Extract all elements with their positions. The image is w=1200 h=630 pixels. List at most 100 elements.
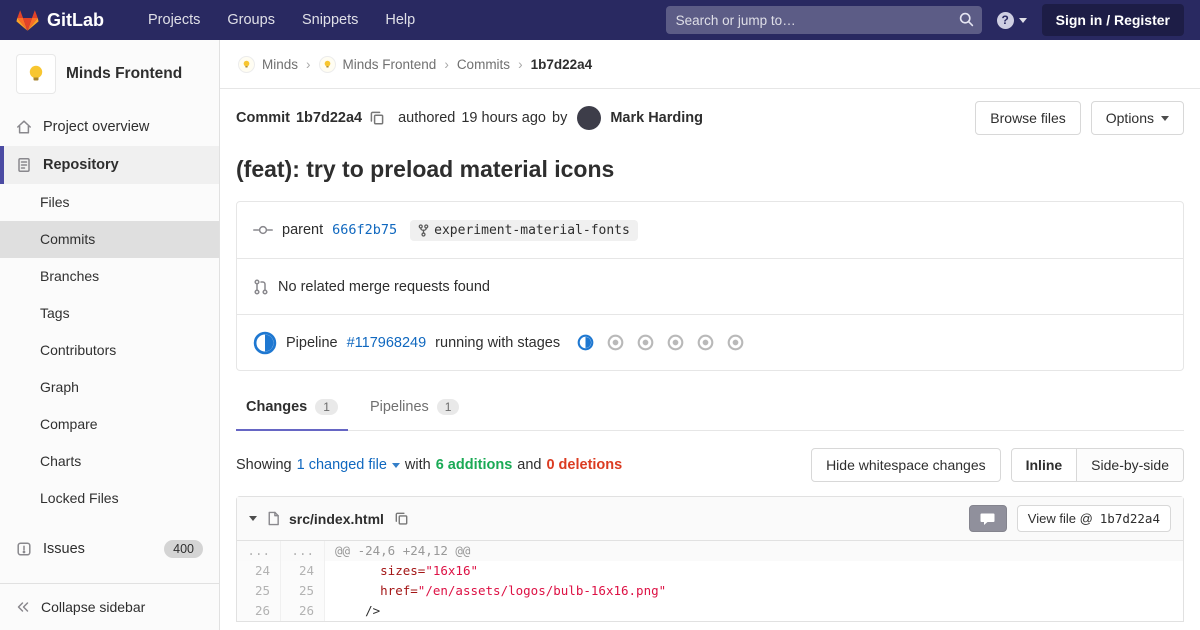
view-file-label: View file @: [1027, 511, 1093, 526]
commit-label: Commit: [236, 110, 290, 126]
branch-ref[interactable]: experiment-material-fonts: [410, 219, 638, 241]
side-by-side-view-button[interactable]: Side-by-side: [1077, 448, 1184, 482]
copy-sha-button[interactable]: [368, 109, 386, 127]
breadcrumb-project-link[interactable]: Minds Frontend: [343, 57, 437, 72]
diff-file-panel: src/index.html View file @ 1b7d22a4 ... …: [236, 496, 1184, 622]
tab-changes[interactable]: Changes 1: [236, 385, 348, 431]
toggle-comments-button[interactable]: [968, 505, 1007, 532]
commit-info-box: parent 666f2b75 experiment-material-font…: [236, 201, 1184, 371]
author-avatar[interactable]: [577, 106, 602, 130]
tab-changes-label: Changes: [246, 399, 308, 415]
breadcrumb-commits-link[interactable]: Commits: [457, 57, 510, 72]
sign-in-button[interactable]: Sign in / Register: [1041, 4, 1184, 36]
browse-files-button[interactable]: Browse files: [975, 101, 1081, 135]
diff-line-row: 26 26 />: [237, 601, 1183, 621]
inline-view-button[interactable]: Inline: [1010, 448, 1078, 482]
gitlab-home-link[interactable]: GitLab: [16, 9, 104, 32]
hunk-header: @@ -24,6 +24,12 @@: [335, 543, 471, 558]
group-avatar: [238, 55, 255, 73]
stage-created-icon[interactable]: [637, 334, 654, 351]
author-name-link[interactable]: Mark Harding: [610, 110, 703, 126]
file-icon: [268, 511, 279, 526]
mini-pipeline-graph: [577, 334, 744, 351]
new-line-number[interactable]: 24: [281, 561, 325, 581]
sidebar-item-files[interactable]: Files: [0, 184, 219, 221]
stage-created-icon[interactable]: [607, 334, 624, 351]
brand-name: GitLab: [47, 9, 104, 30]
commit-title: (feat): try to preload material icons: [236, 156, 615, 182]
search-input[interactable]: [665, 6, 982, 34]
new-line-number[interactable]: 26: [281, 601, 325, 621]
deletions-count: 0 deletions: [546, 457, 623, 473]
sidebar-item-charts[interactable]: Charts: [0, 443, 219, 480]
collapse-diff-caret[interactable]: [249, 516, 257, 521]
pipeline-row: Pipeline #117968249 running with stages: [237, 314, 1183, 370]
chevron-down-icon: [391, 462, 400, 468]
pipeline-id-link[interactable]: #117968249: [347, 335, 427, 351]
breadcrumb-separator: ›: [518, 56, 523, 72]
old-line-number[interactable]: 24: [237, 561, 281, 581]
sidebar-item-locked-files[interactable]: Locked Files: [0, 480, 219, 517]
hide-whitespace-button[interactable]: Hide whitespace changes: [811, 448, 1001, 482]
lightbulb-icon: [324, 60, 330, 67]
project-sidebar: Minds Frontend Project overview Reposito…: [0, 40, 220, 630]
breadcrumb-separator: ›: [444, 56, 449, 72]
copy-icon: [370, 111, 384, 125]
old-line-number: ...: [237, 541, 281, 561]
diff-file-header: src/index.html View file @ 1b7d22a4: [237, 497, 1183, 541]
changed-files-label: 1 changed file: [296, 457, 387, 473]
nav-groups[interactable]: Groups: [227, 12, 275, 28]
diff-line-row: 24 24 sizes="16x16": [237, 561, 1183, 581]
old-line-number[interactable]: 25: [237, 581, 281, 601]
main-menu: Projects Groups Snippets Help: [148, 12, 415, 28]
authored-prefix: authored: [398, 110, 456, 126]
tab-pipelines[interactable]: Pipelines 1: [360, 385, 470, 431]
options-label: Options: [1105, 110, 1154, 126]
breadcrumb-group-link[interactable]: Minds: [262, 57, 298, 72]
parent-sha-link[interactable]: 666f2b75: [332, 222, 397, 238]
sidebar-item-repository[interactable]: Repository: [0, 146, 219, 184]
sidebar-item-label: Project overview: [43, 119, 150, 135]
chevron-down-icon: [1018, 17, 1027, 23]
sidebar-item-graph[interactable]: Graph: [0, 369, 219, 406]
view-file-button[interactable]: View file @ 1b7d22a4: [1016, 505, 1171, 532]
stage-created-icon[interactable]: [667, 334, 684, 351]
help-dropdown[interactable]: ?: [996, 11, 1027, 29]
sidebar-item-commits[interactable]: Commits: [0, 221, 219, 258]
collapse-sidebar-button[interactable]: Collapse sidebar: [0, 583, 219, 630]
diff-view-toggle: Inline Side-by-side: [1010, 448, 1184, 482]
sidebar-item-compare[interactable]: Compare: [0, 406, 219, 443]
code-line: sizes="16x16": [380, 563, 478, 578]
top-navbar: GitLab Projects Groups Snippets Help ? S…: [0, 0, 1200, 40]
branch-name: experiment-material-fonts: [434, 222, 630, 238]
merge-requests-row: No related merge requests found: [237, 258, 1183, 314]
global-search: [665, 6, 982, 34]
old-line-number[interactable]: 26: [237, 601, 281, 621]
new-line-number: ...: [281, 541, 325, 561]
nav-help[interactable]: Help: [385, 12, 415, 28]
sidebar-item-branches[interactable]: Branches: [0, 258, 219, 295]
changed-files-dropdown[interactable]: 1 changed file: [297, 457, 400, 473]
and-label: and: [517, 457, 542, 473]
commit-icon: [253, 225, 273, 235]
sidebar-item-project-overview[interactable]: Project overview: [0, 108, 219, 146]
stage-running-icon[interactable]: [577, 334, 594, 351]
stage-created-icon[interactable]: [727, 334, 744, 351]
commit-sha: 1b7d22a4: [295, 110, 363, 126]
options-dropdown[interactable]: Options: [1090, 101, 1184, 135]
project-context: Minds Frontend: [0, 40, 219, 104]
copy-file-path-button[interactable]: [393, 510, 410, 527]
project-name: Minds Frontend: [66, 65, 183, 82]
sidebar-item-contributors[interactable]: Contributors: [0, 332, 219, 369]
new-line-number[interactable]: 25: [281, 581, 325, 601]
project-avatar[interactable]: [16, 54, 56, 94]
pipeline-running-status-icon[interactable]: [253, 331, 277, 355]
sidebar-item-tags[interactable]: Tags: [0, 295, 219, 332]
nav-snippets[interactable]: Snippets: [302, 12, 358, 28]
commit-tabs: Changes 1 Pipelines 1: [236, 385, 1184, 431]
sidebar-item-issues[interactable]: Issues 400: [0, 530, 219, 568]
nav-projects[interactable]: Projects: [148, 12, 200, 28]
stage-created-icon[interactable]: [697, 334, 714, 351]
diff-line-row: 25 25 href="/en/assets/logos/bulb-16x16.…: [237, 581, 1183, 601]
diff-file-name[interactable]: src/index.html: [289, 511, 384, 527]
